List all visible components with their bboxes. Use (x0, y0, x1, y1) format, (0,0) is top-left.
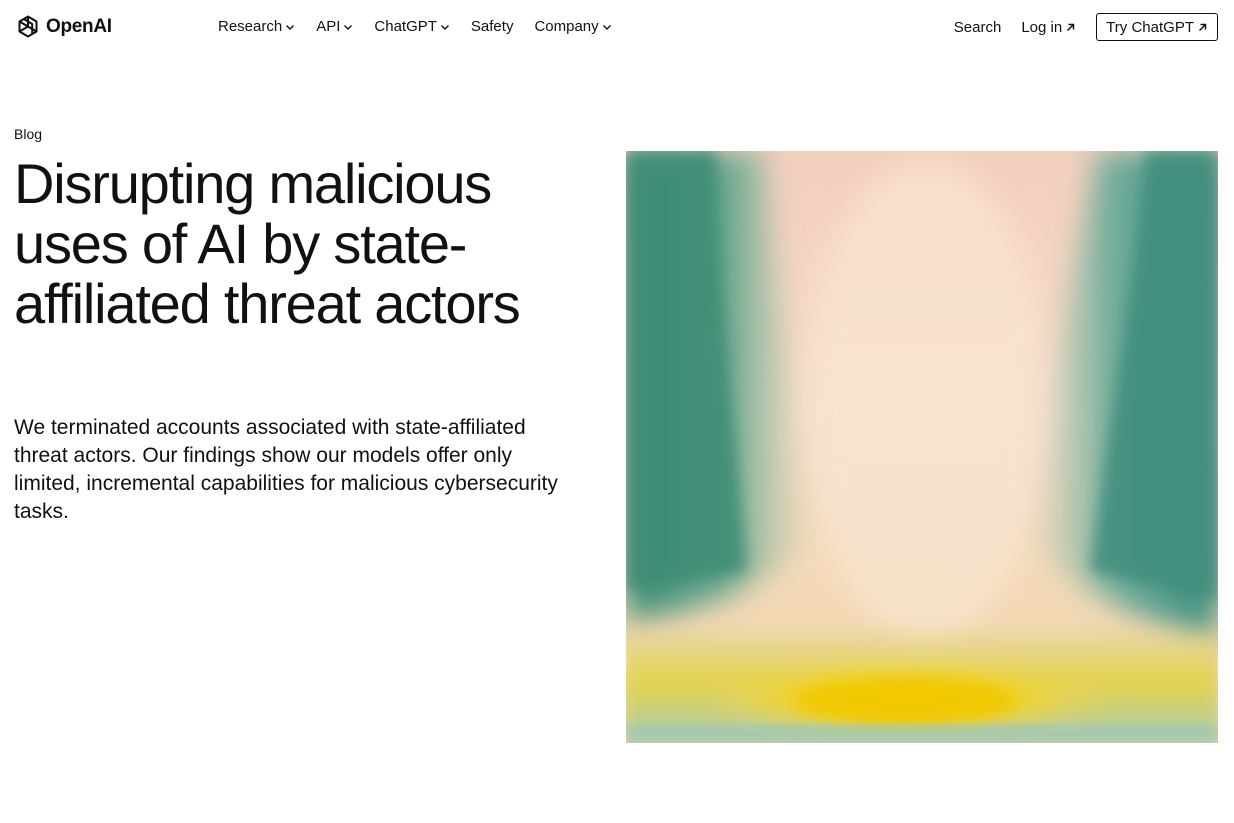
nav-item-label: Company (534, 18, 599, 35)
arrow-up-right-icon (1198, 23, 1207, 31)
hero-image (626, 151, 1218, 743)
article-summary: We terminated accounts associated with s… (14, 416, 558, 523)
main-nav: Research API ChatGPT Safety Company (218, 18, 612, 35)
nav-item-label: Research (218, 18, 283, 35)
openai-logo-link[interactable]: OpenAI (14, 12, 112, 42)
chevron-down-icon (440, 24, 449, 30)
search-label: Search (953, 18, 1002, 36)
try-chatgpt-button[interactable]: Try ChatGPT (1096, 13, 1218, 41)
page-title: Disrupting malicious uses of AI by state… (14, 152, 521, 335)
arrow-up-right-icon (1067, 23, 1075, 31)
abstract-painting-image (626, 151, 1218, 743)
chevron-down-icon (286, 24, 295, 30)
chevron-down-icon (344, 24, 353, 30)
nav-item-label: API (316, 18, 341, 35)
account-nav: Search Log in Try ChatGPT (954, 13, 1218, 41)
openai-knot-icon (14, 13, 42, 41)
nav-item-label: ChatGPT (374, 18, 437, 35)
login-label: Log in (1021, 18, 1063, 36)
nav-item-label: Safety (470, 18, 514, 35)
category-link[interactable]: Blog (14, 126, 42, 142)
nav-item-chatgpt[interactable]: ChatGPT (374, 18, 450, 35)
top-navigation-bar: OpenAI Research API ChatGPT Safety Compa… (0, 0, 1234, 56)
nav-item-api[interactable]: API (316, 18, 353, 35)
nav-item-safety[interactable]: Safety (471, 18, 514, 35)
brand-name: OpenAI (46, 16, 112, 37)
search-link[interactable]: Search (954, 19, 1002, 36)
try-chatgpt-label: Try ChatGPT (1106, 18, 1194, 36)
login-link[interactable]: Log in (1021, 19, 1076, 36)
nav-item-company[interactable]: Company (534, 18, 611, 35)
chevron-down-icon (602, 24, 611, 30)
nav-item-research[interactable]: Research (218, 18, 295, 35)
